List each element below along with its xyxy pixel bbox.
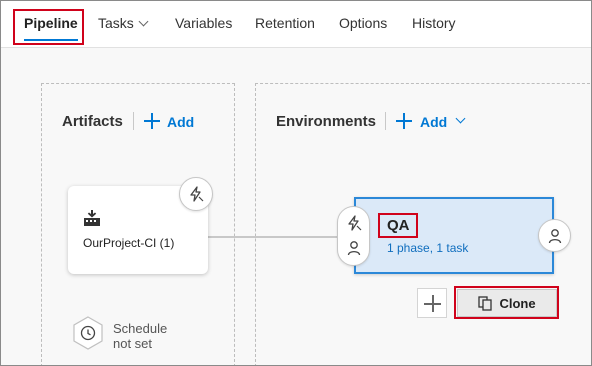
post-deployment-approvers-button[interactable] [538, 219, 571, 252]
add-environment-link[interactable]: Add [420, 114, 447, 130]
plus-icon[interactable] [396, 113, 412, 129]
lightning-icon[interactable] [346, 215, 362, 231]
tab-options-label: Options [339, 15, 388, 31]
highlight-box-pipeline [13, 9, 84, 45]
plus-icon[interactable] [144, 113, 160, 129]
person-icon[interactable] [346, 240, 362, 256]
person-icon [548, 228, 561, 243]
artifacts-title-separator [133, 112, 134, 130]
tab-variables-label: Variables [175, 15, 233, 31]
tab-variables[interactable]: Variables [175, 14, 232, 34]
release-pipeline-editor: Pipeline Tasks Variables Retention Optio… [0, 0, 592, 366]
artifact-card-label: OurProject-CI (1) [83, 236, 175, 250]
schedule-status[interactable]: Schedule not set [113, 321, 167, 351]
environments-title-separator [385, 112, 386, 130]
schedule-label-line1: Schedule [113, 321, 168, 336]
highlight-box-env-name [378, 213, 418, 238]
environments-title: Environments [276, 113, 377, 130]
tab-retention[interactable]: Retention [255, 14, 315, 34]
tab-options[interactable]: Options [339, 14, 387, 34]
environment-summary-link[interactable]: 1 phase, 1 task [387, 241, 468, 255]
chevron-down-icon [138, 16, 149, 27]
artifact-trigger-button[interactable] [179, 177, 213, 211]
tab-history[interactable]: History [412, 14, 456, 34]
pre-deployment-conditions[interactable] [337, 206, 370, 266]
tab-tasks-label: Tasks [98, 15, 134, 31]
schedule-label-line2: not set [113, 336, 153, 351]
add-environment-below-button[interactable] [417, 288, 447, 318]
lightning-icon [190, 186, 204, 202]
tab-history-label: History [412, 15, 456, 31]
add-artifact-link[interactable]: Add [167, 114, 194, 130]
clock-icon[interactable] [71, 315, 105, 351]
artifacts-title: Artifacts [62, 113, 123, 130]
tab-tasks[interactable]: Tasks [98, 14, 149, 34]
highlight-box-clone [454, 286, 559, 319]
tab-bar: Pipeline Tasks Variables Retention Optio… [1, 1, 591, 48]
tab-retention-label: Retention [255, 15, 315, 31]
pipeline-connector [208, 236, 338, 238]
build-icon [84, 210, 100, 226]
